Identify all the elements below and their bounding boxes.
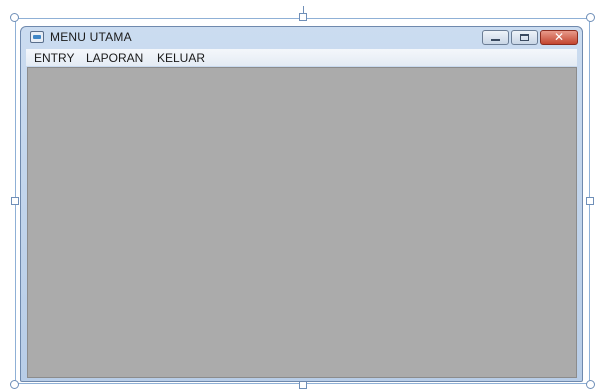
mdi-client-area[interactable]: [27, 67, 577, 378]
menu-bar: ENTRY LAPORAN KELUAR: [26, 49, 577, 66]
resize-handle-bottom[interactable]: [299, 381, 307, 389]
resize-handle-top-left[interactable]: [10, 13, 19, 22]
app-window-icon: [30, 31, 44, 43]
main-window: MENU UTAMA ✕ ENTRY LAPORAN KELUAR: [20, 26, 583, 382]
maximize-icon: [520, 34, 529, 41]
resize-handle-bottom-left[interactable]: [10, 380, 19, 389]
maximize-button[interactable]: [511, 30, 538, 45]
resize-handle-left[interactable]: [11, 197, 19, 205]
minimize-button[interactable]: [482, 30, 509, 45]
window-title: MENU UTAMA: [50, 30, 132, 44]
close-icon: ✕: [553, 30, 565, 44]
resize-handle-top-right[interactable]: [586, 13, 595, 22]
menu-laporan[interactable]: LAPORAN: [86, 51, 143, 65]
close-button[interactable]: ✕: [540, 30, 578, 45]
resize-handle-right[interactable]: [586, 197, 594, 205]
title-bar[interactable]: MENU UTAMA ✕: [21, 27, 582, 48]
menu-keluar[interactable]: KELUAR: [157, 51, 205, 65]
minimize-icon: [491, 39, 500, 41]
resize-handle-bottom-right[interactable]: [586, 380, 595, 389]
menu-entry[interactable]: ENTRY: [34, 51, 74, 65]
rotate-handle[interactable]: [299, 13, 307, 21]
